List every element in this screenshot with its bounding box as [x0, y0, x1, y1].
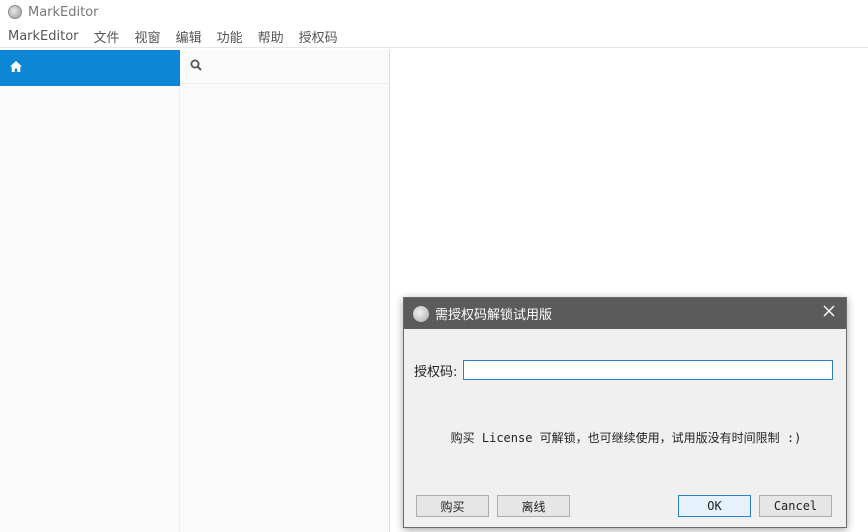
dialog-logo-icon — [413, 305, 429, 322]
window-title: MarkEditor — [28, 4, 99, 20]
close-button[interactable] — [818, 302, 840, 324]
info-message: 购买 License 可解锁，也可继续使用，试用版没有时间限制 :) — [450, 431, 802, 445]
ok-button[interactable]: OK — [678, 495, 751, 517]
license-dialog: 需授权码解锁试用版 授权码: 购买 License 可解锁，也可继续使用，试用版… — [403, 297, 847, 528]
search-icon[interactable] — [190, 59, 202, 75]
offline-button[interactable]: 离线 — [497, 495, 570, 517]
file-list-pane — [180, 50, 390, 532]
menu-edit[interactable]: 编辑 — [176, 27, 202, 46]
menu-help[interactable]: 帮助 — [258, 27, 284, 46]
license-label: 授权码: — [414, 364, 458, 380]
menu-markeditor[interactable]: MarkEditor — [8, 29, 79, 44]
title-bar: MarkEditor — [0, 0, 868, 24]
sidebar — [0, 50, 180, 532]
close-icon — [823, 305, 835, 321]
dialog-header: 需授权码解锁试用版 — [404, 298, 846, 329]
menu-function[interactable]: 功能 — [217, 27, 243, 46]
buy-button[interactable]: 购买 — [416, 495, 489, 517]
menu-window[interactable]: 视窗 — [135, 27, 161, 46]
license-field-row: 授权码: — [414, 360, 834, 380]
app-logo-icon — [8, 5, 22, 19]
home-icon — [10, 60, 22, 76]
menu-file[interactable]: 文件 — [94, 27, 120, 46]
menu-bar: MarkEditor 文件 视窗 编辑 功能 帮助 授权码 — [0, 26, 868, 48]
home-tab[interactable] — [0, 50, 180, 86]
menu-license[interactable]: 授权码 — [299, 27, 338, 46]
license-input[interactable] — [463, 360, 834, 380]
dialog-title: 需授权码解锁试用版 — [435, 308, 553, 323]
cancel-button[interactable]: Cancel — [759, 495, 832, 517]
search-bar[interactable] — [180, 50, 389, 84]
